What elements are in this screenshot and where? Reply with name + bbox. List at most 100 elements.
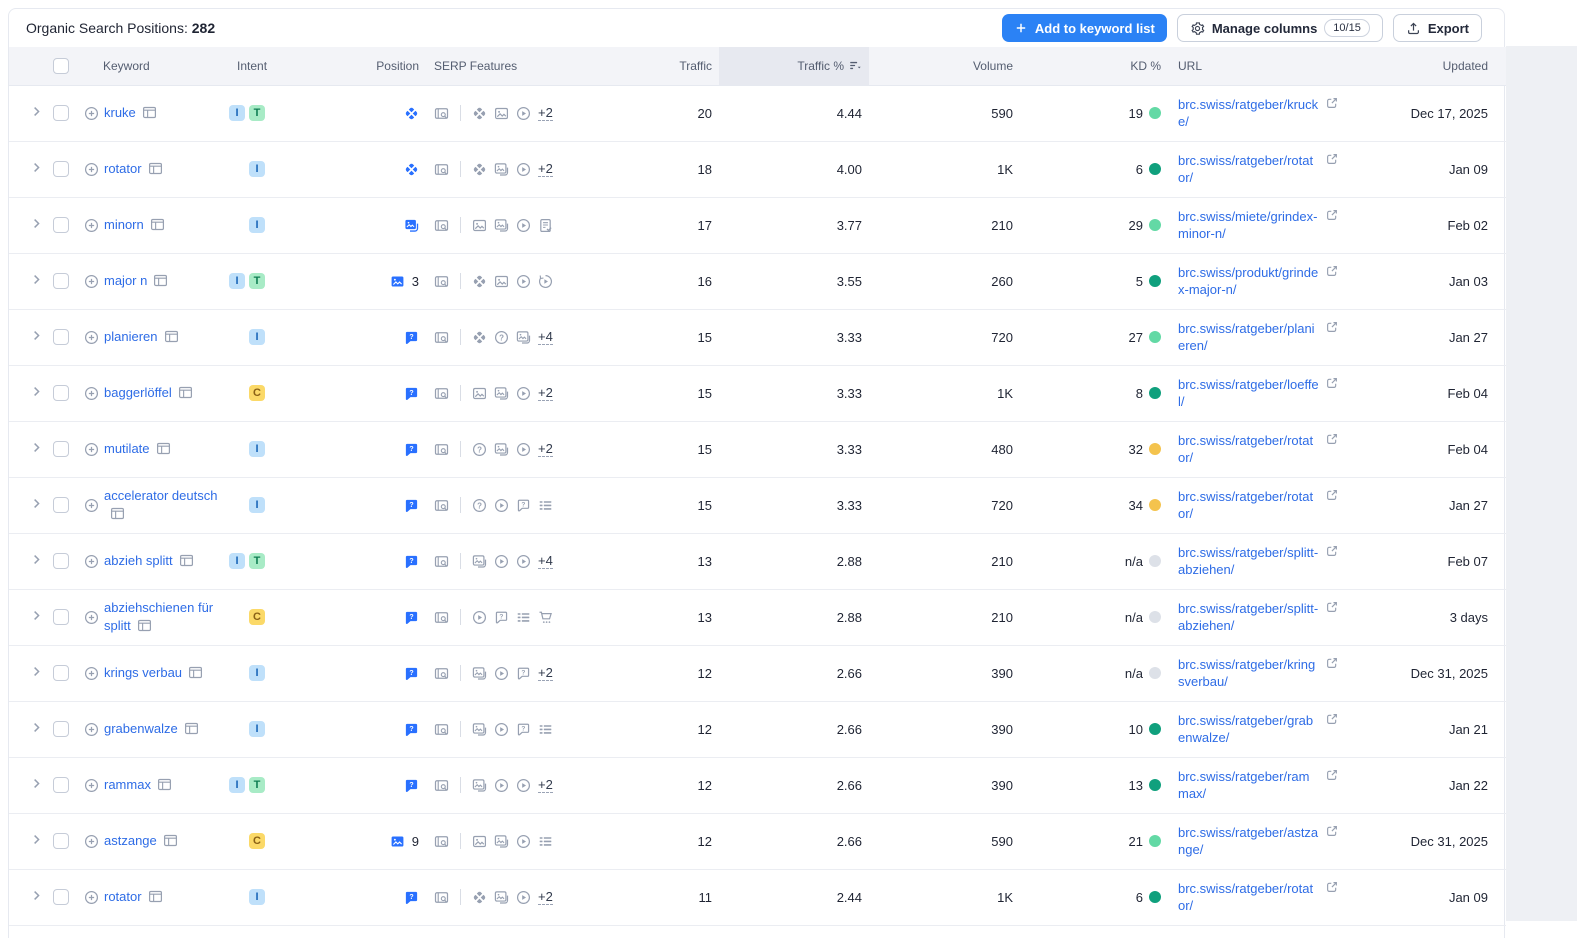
col-header-traffic-pct[interactable]: Traffic % bbox=[719, 47, 869, 86]
serp-features-more-link[interactable]: +2 bbox=[538, 441, 553, 457]
serp-snapshot-icon[interactable] bbox=[434, 890, 449, 905]
row-checkbox[interactable] bbox=[53, 777, 69, 794]
col-header-intent[interactable]: Intent bbox=[225, 47, 279, 86]
url-link[interactable]: brc.swiss/ratgeber/splitt-abziehen/ bbox=[1178, 600, 1320, 634]
add-keyword-to-list-icon[interactable] bbox=[84, 610, 99, 625]
external-link-icon[interactable] bbox=[1325, 264, 1339, 278]
expand-row-button[interactable] bbox=[29, 608, 44, 623]
serp-preview-icon[interactable] bbox=[110, 506, 125, 521]
add-keyword-to-list-icon[interactable] bbox=[84, 162, 99, 177]
serp-preview-icon[interactable] bbox=[150, 217, 165, 232]
serp-preview-icon[interactable] bbox=[188, 665, 203, 680]
external-link-icon[interactable] bbox=[1325, 432, 1339, 446]
add-keyword-to-list-icon[interactable] bbox=[84, 386, 99, 401]
serp-preview-icon[interactable] bbox=[163, 833, 178, 848]
serp-preview-icon[interactable] bbox=[148, 889, 163, 904]
expand-row-button[interactable] bbox=[29, 272, 44, 287]
serp-snapshot-icon[interactable] bbox=[434, 162, 449, 177]
add-keyword-to-list-icon[interactable] bbox=[84, 890, 99, 905]
keyword-link[interactable]: rotator bbox=[104, 888, 163, 906]
col-header-kd[interactable]: KD % bbox=[1020, 47, 1161, 86]
add-keyword-to-list-icon[interactable] bbox=[84, 274, 99, 289]
row-checkbox[interactable] bbox=[53, 889, 69, 906]
expand-row-button[interactable] bbox=[29, 888, 44, 903]
serp-preview-icon[interactable] bbox=[148, 161, 163, 176]
expand-row-button[interactable] bbox=[29, 496, 44, 511]
serp-preview-icon[interactable] bbox=[153, 273, 168, 288]
url-link[interactable]: brc.swiss/ratgeber/planieren/ bbox=[1178, 320, 1320, 354]
external-link-icon[interactable] bbox=[1325, 712, 1339, 726]
add-keyword-to-list-icon[interactable] bbox=[84, 778, 99, 793]
serp-features-more-link[interactable]: +2 bbox=[538, 161, 553, 177]
row-checkbox[interactable] bbox=[53, 385, 69, 402]
url-link[interactable]: brc.swiss/produkt/grindex-major-n/ bbox=[1178, 264, 1320, 298]
col-header-url[interactable]: URL bbox=[1161, 47, 1339, 86]
add-keyword-to-list-icon[interactable] bbox=[84, 498, 99, 513]
serp-preview-icon[interactable] bbox=[164, 329, 179, 344]
serp-snapshot-icon[interactable] bbox=[434, 218, 449, 233]
keyword-link[interactable]: rotator bbox=[104, 160, 163, 178]
add-keyword-to-list-icon[interactable] bbox=[84, 106, 99, 121]
external-link-icon[interactable] bbox=[1325, 824, 1339, 838]
keyword-link[interactable]: kruke bbox=[104, 104, 157, 122]
url-link[interactable]: brc.swiss/ratgeber/rotator/ bbox=[1178, 152, 1320, 186]
row-checkbox[interactable] bbox=[53, 721, 69, 738]
serp-features-more-link[interactable]: +2 bbox=[538, 105, 553, 121]
expand-row-button[interactable] bbox=[29, 384, 44, 399]
serp-preview-icon[interactable] bbox=[157, 777, 172, 792]
url-link[interactable]: brc.swiss/ratgeber/rotator/ bbox=[1178, 488, 1320, 522]
external-link-icon[interactable] bbox=[1325, 96, 1339, 110]
external-link-icon[interactable] bbox=[1325, 208, 1339, 222]
serp-snapshot-icon[interactable] bbox=[434, 834, 449, 849]
row-checkbox[interactable] bbox=[53, 553, 69, 570]
keyword-link[interactable]: accelerator deutsch bbox=[104, 487, 220, 523]
row-checkbox[interactable] bbox=[53, 161, 69, 178]
serp-snapshot-icon[interactable] bbox=[434, 274, 449, 289]
expand-row-button[interactable] bbox=[29, 328, 44, 343]
add-keyword-to-list-icon[interactable] bbox=[84, 218, 99, 233]
serp-snapshot-icon[interactable] bbox=[434, 722, 449, 737]
keyword-link[interactable]: minorn bbox=[104, 216, 165, 234]
url-link[interactable]: brc.swiss/ratgeber/grabenwalze/ bbox=[1178, 712, 1320, 746]
keyword-link[interactable]: baggerlöffel bbox=[104, 384, 193, 402]
url-link[interactable]: brc.swiss/ratgeber/rammax/ bbox=[1178, 768, 1320, 802]
serp-preview-icon[interactable] bbox=[156, 441, 171, 456]
serp-snapshot-icon[interactable] bbox=[434, 498, 449, 513]
serp-snapshot-icon[interactable] bbox=[434, 106, 449, 121]
serp-snapshot-icon[interactable] bbox=[434, 778, 449, 793]
url-link[interactable]: brc.swiss/ratgeber/rotator/ bbox=[1178, 432, 1320, 466]
row-checkbox[interactable] bbox=[53, 665, 69, 682]
expand-row-button[interactable] bbox=[29, 720, 44, 735]
export-button[interactable]: Export bbox=[1392, 14, 1482, 42]
url-link[interactable]: brc.swiss/ratgeber/kringsverbau/ bbox=[1178, 656, 1320, 690]
serp-snapshot-icon[interactable] bbox=[434, 666, 449, 681]
add-keyword-to-list-icon[interactable] bbox=[84, 834, 99, 849]
expand-row-button[interactable] bbox=[29, 552, 44, 567]
serp-snapshot-icon[interactable] bbox=[434, 442, 449, 457]
url-link[interactable]: brc.swiss/ratgeber/rotator/ bbox=[1178, 880, 1320, 914]
external-link-icon[interactable] bbox=[1325, 880, 1339, 894]
serp-features-more-link[interactable]: +4 bbox=[538, 329, 553, 345]
col-header-traffic[interactable]: Traffic bbox=[574, 47, 719, 86]
manage-columns-button[interactable]: Manage columns 10/15 bbox=[1176, 14, 1383, 42]
add-keyword-to-list-icon[interactable] bbox=[84, 330, 99, 345]
serp-snapshot-icon[interactable] bbox=[434, 330, 449, 345]
serp-features-more-link[interactable]: +2 bbox=[538, 385, 553, 401]
expand-row-button[interactable] bbox=[29, 440, 44, 455]
external-link-icon[interactable] bbox=[1325, 152, 1339, 166]
col-header-updated[interactable]: Updated bbox=[1339, 47, 1506, 86]
expand-row-button[interactable] bbox=[29, 216, 44, 231]
row-checkbox[interactable] bbox=[53, 441, 69, 458]
col-header-position[interactable]: Position bbox=[279, 47, 429, 86]
row-checkbox[interactable] bbox=[53, 217, 69, 234]
serp-preview-icon[interactable] bbox=[184, 721, 199, 736]
row-checkbox[interactable] bbox=[53, 497, 69, 514]
serp-snapshot-icon[interactable] bbox=[434, 610, 449, 625]
external-link-icon[interactable] bbox=[1325, 320, 1339, 334]
keyword-link[interactable]: grabenwalze bbox=[104, 720, 199, 738]
external-link-icon[interactable] bbox=[1325, 376, 1339, 390]
expand-row-button[interactable] bbox=[29, 104, 44, 119]
keyword-link[interactable]: abziehschienen für splitt bbox=[104, 599, 220, 635]
row-checkbox[interactable] bbox=[53, 105, 69, 122]
add-to-keyword-list-button[interactable]: Add to keyword list bbox=[1001, 14, 1167, 42]
